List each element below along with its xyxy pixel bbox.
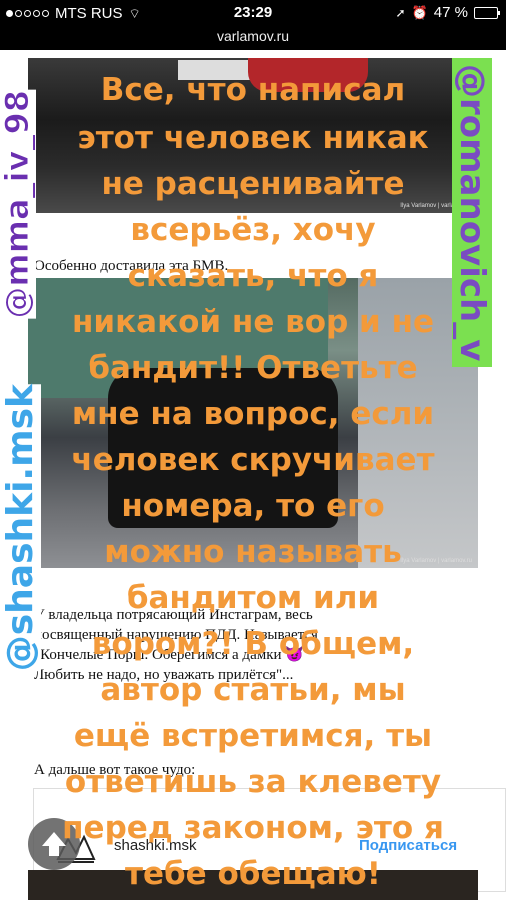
overlay-line: ещё встретимся, ты — [73, 718, 433, 754]
overlay-line: всерьёз, хочу — [130, 212, 376, 248]
overlay-line: бандитом или — [126, 580, 380, 616]
overlay-line: этот человек никак — [77, 120, 429, 156]
overlay-line: не расценивайте — [101, 166, 405, 202]
overlay-line: можно называть — [104, 534, 402, 570]
overlay-line: перед законом, это я — [62, 810, 444, 846]
battery-icon — [474, 6, 500, 19]
url-bar[interactable]: varlamov.ru — [0, 26, 506, 50]
overlay-line: тебе обещаю! — [125, 856, 381, 892]
battery-percent: 47 % — [433, 4, 468, 21]
overlay-line: автор статьи, мы — [100, 672, 406, 708]
alarm-icon: ⏰ — [411, 4, 428, 20]
overlay-line: человек скручивает — [71, 442, 435, 478]
overlay-line: сказать, что я — [127, 258, 379, 294]
overlay-line: никакой не вор и не — [71, 304, 435, 340]
location-icon: ➚ — [395, 5, 406, 20]
overlay-line: бандит!! Ответьте — [88, 350, 418, 386]
overlay-line: мне на вопрос, если — [71, 396, 435, 432]
overlay-line: вором?! В общем, — [91, 626, 415, 662]
overlay-line: номера, то его — [121, 488, 385, 524]
status-bar: MTS RUS ⌔ 23:29 ➚ ⏰ 47 % — [0, 0, 506, 26]
overlay-line: ответишь за клевету — [64, 764, 442, 800]
overlay-line: Все, что написал — [100, 72, 406, 108]
